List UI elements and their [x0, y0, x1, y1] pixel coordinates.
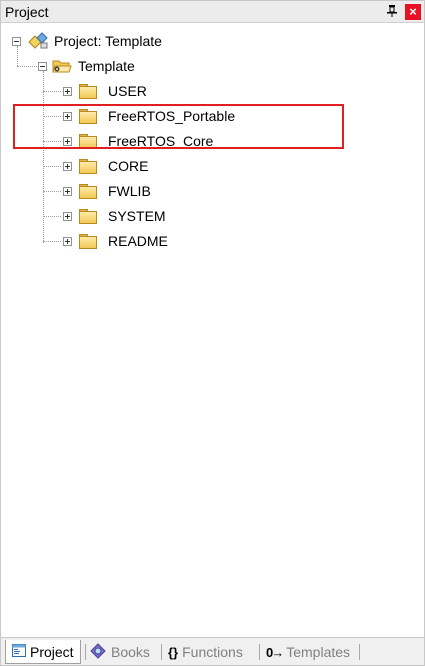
collapse-icon[interactable] — [12, 36, 21, 46]
tree-item-label: CORE — [108, 158, 149, 174]
panel-title: Project — [5, 4, 49, 20]
tab-label: Templates — [286, 644, 351, 660]
tree-item-label: README — [108, 233, 168, 249]
tab-label: Functions — [182, 644, 243, 660]
tab-label: Project — [30, 643, 74, 660]
tree-item-label: SYSTEM — [108, 208, 166, 224]
expand-icon[interactable] — [63, 186, 72, 196]
templates-icon: 0→ — [266, 644, 284, 660]
panel-titlebar: Project × — [1, 1, 424, 23]
tab-templates[interactable]: 0→ Templates — [266, 640, 350, 664]
tree-item-group-user[interactable]: USER — [63, 81, 147, 101]
folder-icon — [79, 209, 97, 224]
close-icon[interactable]: × — [405, 4, 421, 20]
tree-item-group-system[interactable]: SYSTEM — [63, 206, 166, 226]
folder-icon — [79, 234, 97, 249]
tree-item-label: USER — [108, 83, 147, 99]
tree-item-group-readme[interactable]: README — [63, 231, 168, 251]
tree-item-label: Template — [78, 58, 135, 74]
tab-label: Books — [111, 644, 150, 660]
books-icon — [89, 642, 107, 662]
expand-icon[interactable] — [63, 211, 72, 221]
expand-icon[interactable] — [63, 86, 72, 96]
pin-icon[interactable] — [385, 5, 399, 19]
project-icon — [12, 643, 26, 660]
folder-icon — [79, 159, 97, 174]
project-panel: Project × Project: Template Template USE… — [0, 0, 425, 666]
panel-tabs: Project Books {} Functions 0→ Templates — [1, 637, 424, 665]
tree-item-label: FWLIB — [108, 183, 151, 199]
tree-item-group-core[interactable]: CORE — [63, 156, 148, 176]
expand-icon[interactable] — [63, 161, 72, 171]
project-icon — [27, 32, 49, 50]
tab-books[interactable]: Books — [89, 640, 150, 664]
tab-project[interactable]: Project — [5, 640, 81, 664]
tree-item-project[interactable]: Project: Template — [12, 31, 162, 51]
folder-icon — [79, 84, 97, 99]
expand-icon[interactable] — [63, 236, 72, 246]
collapse-icon[interactable] — [38, 61, 47, 71]
highlight-box — [13, 104, 344, 149]
tree-item-group-fwlib[interactable]: FWLIB — [63, 181, 151, 201]
project-tree: Project: Template Template USER FreeRTOS… — [1, 24, 424, 634]
folder-icon — [79, 184, 97, 199]
tab-functions[interactable]: {} Functions — [168, 640, 243, 664]
tree-item-target[interactable]: Template — [38, 56, 135, 76]
functions-icon: {} — [168, 644, 179, 660]
target-folder-icon — [52, 58, 72, 74]
tree-item-label: Project: Template — [54, 33, 162, 49]
